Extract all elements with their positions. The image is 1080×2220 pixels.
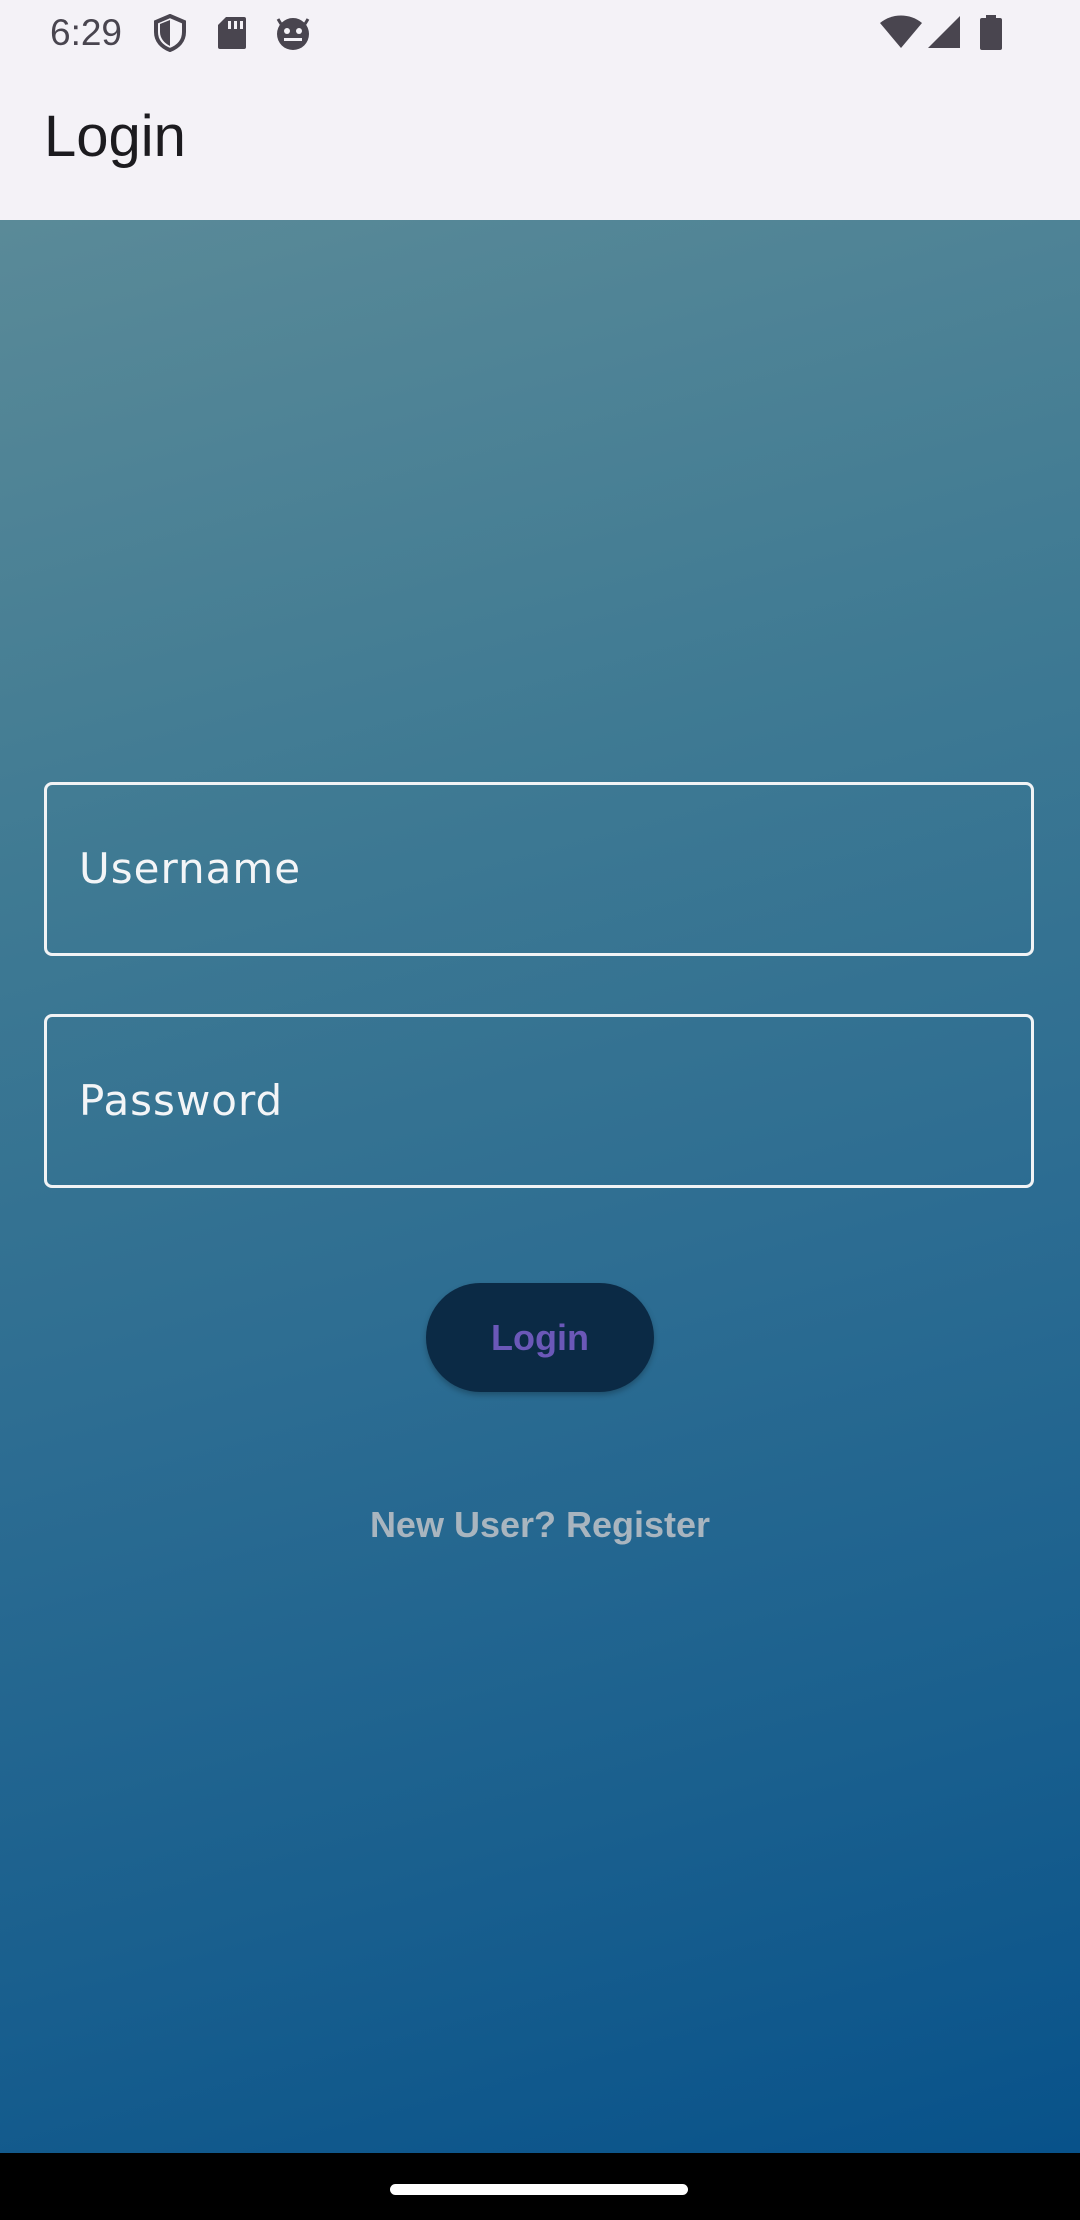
android-face-icon [274,14,312,52]
shield-icon [152,14,188,52]
page-title: Login [44,104,186,169]
wifi-icon [878,14,924,52]
status-bar: 6:29 [0,0,1080,66]
username-placeholder: Username [79,844,302,893]
login-button-label: Login [491,1316,589,1358]
battery-icon [978,14,1004,52]
navigation-bar [0,2153,1080,2220]
app-bar: Login [0,66,1080,220]
status-time: 6:29 [50,12,123,53]
signal-icon [926,14,962,52]
login-form-area: Username Password Login New User? Regist… [0,220,1080,2153]
register-link[interactable]: New User? Register [0,1502,1080,1548]
password-field[interactable]: Password [44,1014,1034,1188]
login-button[interactable]: Login [426,1283,654,1392]
home-gesture-handle[interactable] [390,2184,688,2195]
username-field[interactable]: Username [44,782,1034,956]
sd-card-icon [216,14,248,52]
password-placeholder: Password [79,1076,284,1125]
